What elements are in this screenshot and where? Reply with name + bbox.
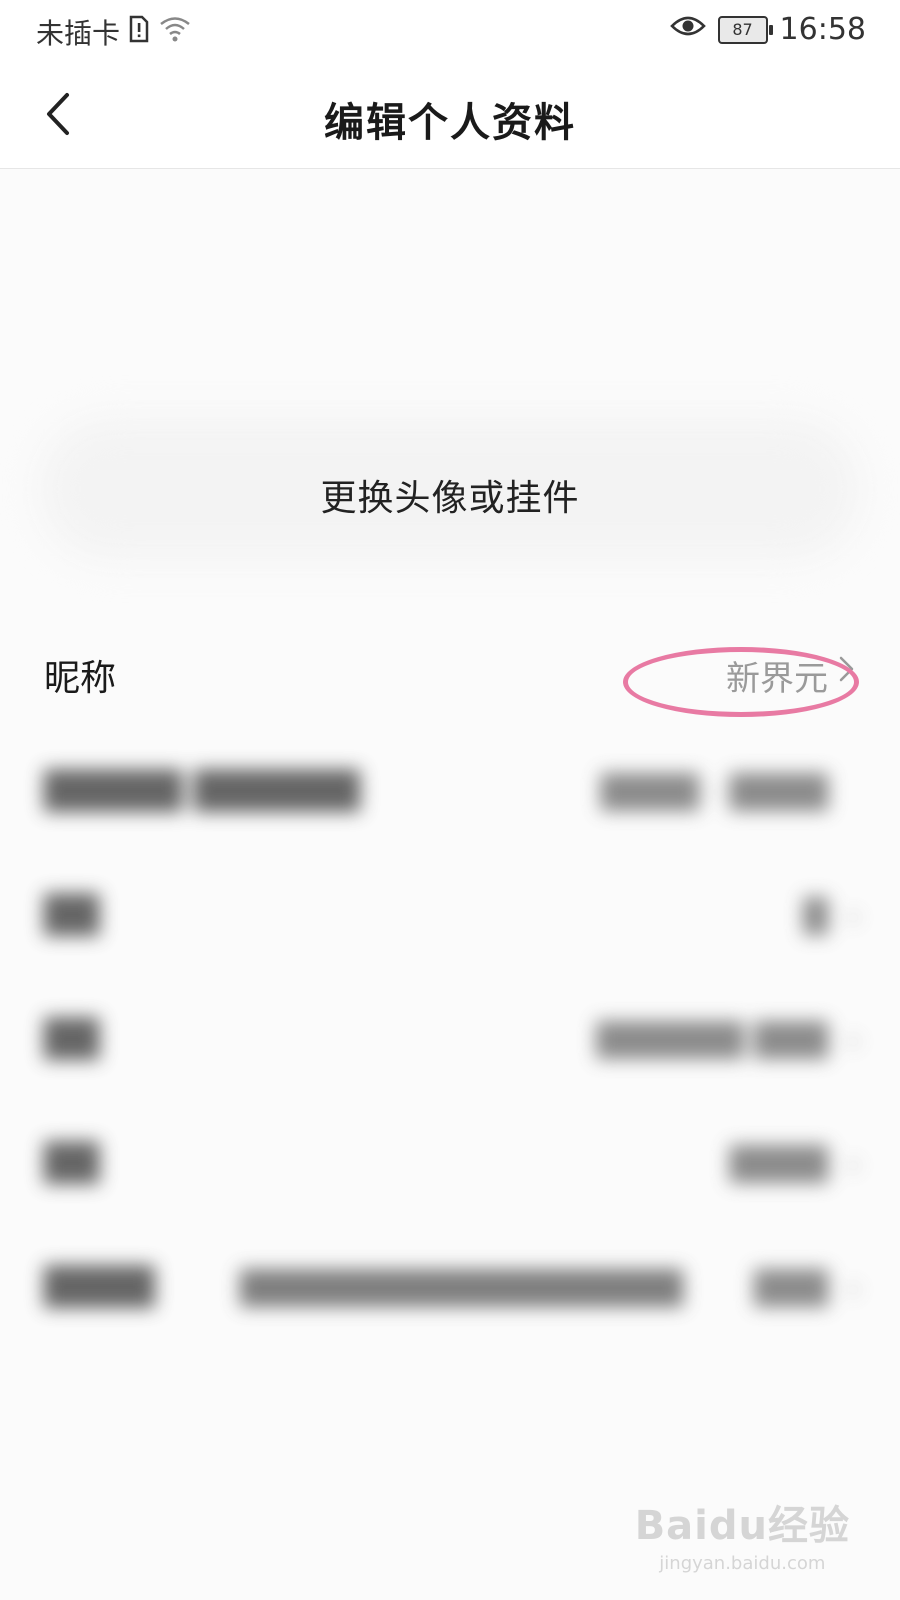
- avatar-area[interactable]: 更换头像或挂件: [0, 169, 900, 599]
- blurred-row[interactable]: ████ ██████████████████ ███ ›: [0, 1227, 900, 1351]
- profile-content: 更换头像或挂件 昵称 新界元 █████ ██████ ████ · ████ …: [0, 169, 900, 1600]
- watermark-logo: Baidu经验: [634, 1503, 850, 1549]
- blurred-row[interactable]: █████ ██████ ████ · ████: [0, 731, 900, 855]
- change-avatar-link[interactable]: 更换头像或挂件: [0, 469, 900, 521]
- blurred-label: ██: [44, 1143, 100, 1184]
- page-title: 编辑个人资料: [324, 100, 576, 146]
- blurred-row[interactable]: ██ ████ ›: [0, 1103, 900, 1227]
- clock: 16:58: [779, 12, 866, 47]
- blurred-label: █████ ██████: [44, 771, 360, 812]
- carrier-text: 未插卡: [36, 17, 121, 50]
- battery-icon: 87: [717, 15, 773, 44]
- chevron-right-icon: [832, 655, 860, 683]
- blurred-value: ███: [754, 1269, 828, 1307]
- blurred-label: ██: [44, 1019, 100, 1060]
- nickname-label: 昵称: [44, 658, 117, 699]
- sim-alert-icon: [128, 15, 150, 50]
- blurred-value: ██████ ███: [596, 1021, 828, 1059]
- blurred-row[interactable]: ██ █ ›: [0, 855, 900, 979]
- status-right: 87 16:58: [669, 12, 866, 47]
- blurred-label: ██: [44, 895, 100, 936]
- chevron-right-icon: ›: [847, 1269, 860, 1307]
- baidu-watermark: Baidu经验 jingyan.baidu.com: [635, 1493, 850, 1574]
- status-bar: 未插卡 87 16:58: [0, 0, 900, 64]
- blurred-value: ████ · ████: [600, 773, 828, 811]
- nav-bar: 编辑个人资料: [0, 64, 900, 169]
- blurred-description: ██████████████████: [240, 1269, 683, 1307]
- blurred-label: ████: [44, 1267, 155, 1308]
- blurred-value: █: [803, 897, 828, 935]
- chevron-right-icon: ›: [847, 897, 860, 935]
- nickname-value: 新界元: [726, 659, 828, 699]
- nickname-row[interactable]: 昵称 新界元: [0, 607, 900, 731]
- wifi-icon: [158, 15, 192, 50]
- watermark-url: jingyan.baidu.com: [659, 1553, 826, 1574]
- chevron-right-icon: ›: [847, 1145, 860, 1183]
- status-left: 未插卡: [36, 12, 192, 52]
- blurred-value: ████: [729, 1145, 828, 1183]
- chevron-right-icon: ›: [847, 1021, 860, 1059]
- battery-level: 87: [732, 20, 753, 39]
- blurred-row[interactable]: ██ ██████ ███ ›: [0, 979, 900, 1103]
- eye-icon: [669, 12, 706, 47]
